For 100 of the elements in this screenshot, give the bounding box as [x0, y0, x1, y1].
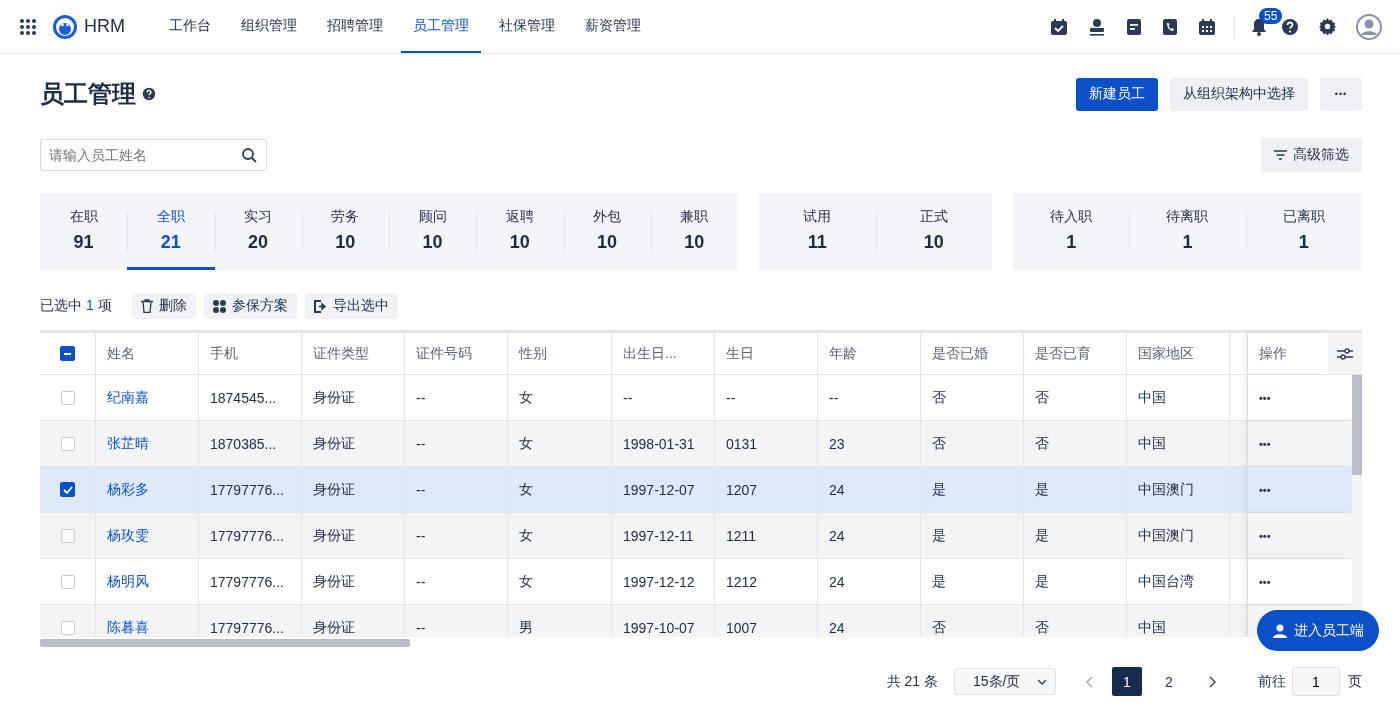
status-tab[interactable]: 在职 91 [40, 193, 128, 270]
column-header: 证件类型 [302, 333, 405, 374]
nav-tab[interactable]: 工作台 [157, 0, 223, 53]
table-cell: 男 [508, 605, 612, 637]
status-tab[interactable]: 待离职 1 [1129, 193, 1246, 270]
phone-book-icon[interactable] [1162, 17, 1178, 36]
row-more-button[interactable]: ••• [1259, 437, 1271, 450]
employee-portal-button[interactable]: 进入员工端 [1257, 610, 1379, 651]
insurance-plan-button[interactable]: 参保方案 [203, 293, 297, 319]
search-field[interactable]: 请输入员工姓名 [40, 139, 267, 171]
status-tab[interactable]: 返聘 10 [476, 193, 564, 270]
employee-name-link[interactable]: 张芷晴 [96, 421, 199, 466]
column-settings-icon[interactable] [1337, 347, 1353, 360]
status-tab[interactable]: 试用 11 [759, 193, 876, 270]
more-button[interactable]: ••• [1320, 77, 1362, 111]
table-cell: 身份证 [302, 559, 405, 604]
row-more-button[interactable]: ••• [1259, 391, 1271, 404]
status-tab[interactable]: 外包 10 [563, 193, 651, 270]
employee-name-link[interactable]: 纪南嘉 [96, 375, 199, 420]
table-cell: 否 [921, 605, 1024, 637]
table-cell: 1007 [715, 605, 818, 637]
status-tab[interactable]: 劳务 10 [301, 193, 389, 270]
employee-name-link[interactable]: 杨玫雯 [96, 513, 199, 558]
select-from-org-button[interactable]: 从组织架构中选择 [1170, 77, 1308, 111]
delete-button[interactable]: 删除 [131, 293, 196, 319]
calendar-check-icon[interactable] [1050, 17, 1068, 36]
status-tab[interactable]: 正式 10 [875, 193, 992, 270]
status-tab[interactable]: 兼职 10 [650, 193, 738, 270]
table-row[interactable]: 杨明风 17797776... 身份证 -- 女 1997-12-12 1212 24 是 是 中国台湾 ••• [40, 559, 1352, 605]
select-all-checkbox[interactable] [60, 346, 75, 361]
horizontal-scrollbar[interactable] [40, 639, 410, 647]
employee-name-link[interactable]: 杨彩多 [96, 467, 199, 512]
total-count: 共 21 条 [886, 672, 938, 691]
table-cell: -- [715, 375, 818, 420]
page-size-select[interactable]: 15条/页 [954, 668, 1056, 695]
row-more-button[interactable]: ••• [1259, 575, 1271, 588]
goto-label: 前往 [1258, 672, 1286, 691]
vertical-scrollbar[interactable] [1352, 375, 1362, 475]
employee-name-link[interactable]: 杨明风 [96, 559, 199, 604]
chevron-down-icon [1037, 678, 1047, 685]
four-dots-icon [212, 299, 226, 313]
avatar-icon[interactable] [1356, 13, 1382, 40]
table-cell: 女 [508, 375, 612, 420]
search-icon[interactable] [241, 147, 257, 163]
row-more-button[interactable]: ••• [1259, 483, 1271, 496]
nav-tab[interactable]: 薪资管理 [573, 0, 653, 53]
apps-icon[interactable] [20, 18, 36, 35]
table-cell: 1997-12-07 [612, 467, 715, 512]
new-employee-button[interactable]: 新建员工 [1076, 77, 1158, 111]
page-button[interactable]: 1 [1112, 667, 1142, 696]
person-icon [1272, 623, 1287, 638]
table-cell: 23 [818, 421, 921, 466]
table-cell: 否 [1024, 421, 1127, 466]
column-header: 证件号码 [405, 333, 508, 374]
column-header: 操作 [1248, 333, 1328, 374]
status-tab[interactable]: 全职 21 [127, 193, 215, 270]
selection-count: 已选中 1 项 [40, 297, 112, 315]
table-cell: 1212 [715, 559, 818, 604]
status-tab[interactable]: 顾问 10 [389, 193, 477, 270]
status-tab[interactable]: 已离职 1 [1245, 193, 1362, 270]
column-header: 是否已婚 [921, 333, 1024, 374]
export-button[interactable]: 导出选中 [304, 293, 398, 319]
nav-tab[interactable]: 社保管理 [487, 0, 567, 53]
stamp-icon[interactable] [1088, 17, 1106, 36]
table-row[interactable]: 杨玫雯 17797776... 身份证 -- 女 1997-12-11 1211 24 是 是 中国澳门 ••• [40, 513, 1352, 559]
document-icon[interactable] [1126, 17, 1142, 36]
table-row[interactable]: 杨彩多 17797776... 身份证 -- 女 1997-12-07 1207 24 是 是 中国澳门 ••• [40, 467, 1352, 513]
help-icon[interactable] [1281, 17, 1299, 36]
app-name: HRM [84, 16, 125, 37]
table-row[interactable]: 纪南嘉 1874545... 身份证 -- 女 -- -- -- 否 否 中国 ••• [40, 375, 1352, 421]
page-input[interactable]: 1 [1292, 667, 1340, 696]
advanced-filter-button[interactable]: 高级筛选 [1261, 138, 1362, 172]
column-header: 国家地区 [1127, 333, 1230, 374]
row-checkbox[interactable] [60, 482, 75, 497]
notification-count: 55 [1259, 7, 1283, 24]
table-cell: 是 [921, 559, 1024, 604]
table-cell: 否 [1024, 375, 1127, 420]
next-page-icon[interactable] [1208, 675, 1216, 688]
nav-tab[interactable]: 招聘管理 [315, 0, 395, 53]
help-icon[interactable] [142, 87, 156, 101]
table-cell: 是 [921, 467, 1024, 512]
column-header: 年龄 [818, 333, 921, 374]
table-cell: 女 [508, 513, 612, 558]
nav-tab[interactable]: 组织管理 [229, 0, 309, 53]
table-cell: 0131 [715, 421, 818, 466]
table-cell: 是 [1024, 559, 1127, 604]
filter-icon [1274, 150, 1287, 160]
table-cell: -- [405, 513, 508, 558]
table-cell: -- [612, 375, 715, 420]
row-more-button[interactable]: ••• [1259, 529, 1271, 542]
page-button[interactable]: 2 [1154, 667, 1184, 696]
table-cell: 女 [508, 421, 612, 466]
settings-icon[interactable] [1319, 18, 1336, 35]
nav-tab[interactable]: 员工管理 [401, 0, 481, 53]
calendar-icon[interactable] [1198, 17, 1216, 36]
status-tab[interactable]: 待入职 1 [1013, 193, 1130, 270]
status-tab[interactable]: 实习 20 [214, 193, 302, 270]
table-row[interactable]: 张芷晴 1870385... 身份证 -- 女 1998-01-31 0131 23 否 否 中国 ••• [40, 421, 1352, 467]
table-cell: 身份证 [302, 467, 405, 512]
table-cell: 中国 [1127, 605, 1230, 637]
